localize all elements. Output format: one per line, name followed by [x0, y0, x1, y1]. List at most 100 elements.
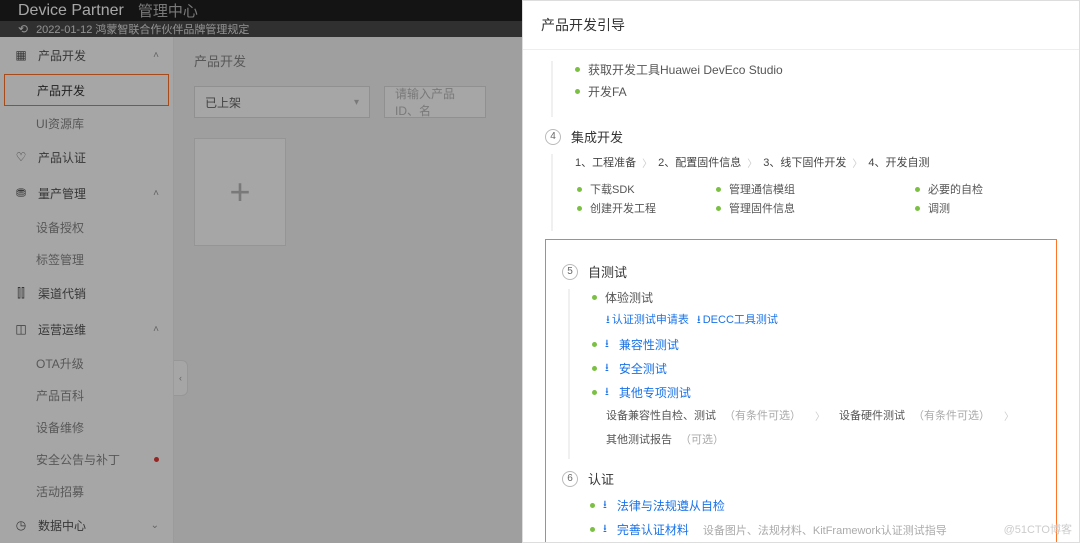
arrow-icon: 〉 — [852, 155, 862, 170]
test-link[interactable]: 兼容性测试 — [619, 336, 679, 353]
flow-item: 管理通信模组 — [716, 181, 795, 197]
flow-step: 3、线下固件开发 — [763, 154, 846, 170]
flow-item: 下载SDK — [577, 181, 656, 197]
header-section: 管理中心 — [138, 0, 198, 21]
add-product-card[interactable]: + — [194, 138, 286, 246]
sidebar-item-label: 设备维修 — [36, 419, 84, 436]
search-placeholder: 请输入产品ID、名 — [395, 85, 475, 119]
download-icon: ⭳ — [603, 520, 607, 539]
extra-note: （有条件可选） — [724, 407, 801, 423]
flow-column: 管理通信模组管理固件信息 — [716, 178, 795, 219]
flow-item: 管理固件信息 — [716, 200, 795, 216]
flow-item-label: 管理通信模组 — [729, 181, 795, 197]
cert-item: ⭳ 法律与法规遵从自检 — [590, 496, 1040, 515]
sidebar-item[interactable]: 设备授权 — [0, 211, 173, 243]
cert-link[interactable]: 法律与法规遵从自检 — [617, 497, 725, 514]
status-select[interactable]: 已上架 ▾ — [194, 86, 370, 118]
sidebar-group[interactable]: ♡产品认证 — [0, 139, 173, 175]
extra-b: 设备硬件测试 — [839, 407, 905, 423]
nav-icon: ⫿⫿ — [14, 286, 28, 301]
search-input[interactable]: 请输入产品ID、名 — [384, 86, 486, 118]
flow-step: 2、配置固件信息 — [658, 154, 741, 170]
sidebar-item-label: 标签管理 — [36, 251, 84, 268]
nav-group-label: 产品认证 — [38, 149, 86, 166]
sidebar-item-label: 设备授权 — [36, 219, 84, 236]
step-4-title: 集成开发 — [571, 127, 623, 146]
extra-note: （可选） — [680, 431, 724, 447]
download-icon: ⭳ — [603, 496, 607, 515]
nav-icon: ▦ — [14, 48, 28, 62]
test-item: 体验测试 — [592, 289, 1040, 306]
sidebar-item-label: 产品开发 — [37, 82, 85, 99]
nav-icon: ◫ — [14, 322, 28, 336]
bullet-dot — [577, 187, 582, 192]
plus-icon: + — [229, 171, 250, 213]
sidebar-item[interactable]: 安全公告与补丁 — [0, 443, 173, 475]
flow-column: 下载SDK 创建开发工程 — [577, 178, 656, 219]
chevron-down-icon: ▾ — [354, 97, 359, 108]
chevron-icon: ˄ — [153, 324, 159, 335]
flow-item: 创建开发工程 — [577, 200, 656, 216]
sidebar-collapse-handle[interactable]: ‹ — [174, 360, 188, 396]
flow-column: 必要的自检调测 — [915, 178, 983, 219]
test-extra-line: 设备兼容性自检、测试（有条件可选）〉设备硬件测试（有条件可选）〉其他测试报告（可… — [606, 407, 1040, 447]
sidebar-group[interactable]: ◷数据中心⌄ — [0, 507, 173, 543]
test-sublink[interactable]: 认证测试申请表 — [612, 314, 689, 326]
sidebar-item-label: 活动招募 — [36, 483, 84, 500]
test-link[interactable]: 安全测试 — [619, 360, 667, 377]
bullet-dot — [592, 342, 597, 347]
step-4-body: 1、工程准备〉2、配置固件信息〉3、线下固件开发〉4、开发自测 下载SDK创建开… — [551, 154, 1057, 231]
flow-item-label: 调测 — [928, 200, 950, 216]
bullet-dot — [590, 503, 595, 508]
bullet-dot — [575, 67, 580, 72]
sidebar-group[interactable]: ⛃量产管理˄ — [0, 175, 173, 211]
step-5-title: 自测试 — [588, 262, 627, 281]
step-4-columns: 下载SDK 创建开发工程 管理通信模组管理固件信息 必要的自检调测 — [577, 178, 1057, 219]
sidebar-group[interactable]: ▦产品开发˄ — [0, 37, 173, 73]
sidebar-item[interactable]: UI资源库 — [0, 107, 173, 139]
flow-item: 必要的自检 — [915, 181, 983, 197]
download-icon: ⭳ — [606, 314, 610, 326]
cert-link[interactable]: 完善认证材料 — [617, 521, 689, 538]
extra-a: 设备兼容性自检、测试 — [606, 407, 716, 423]
sidebar-group[interactable]: ⫿⫿ 渠道代销 — [0, 275, 173, 311]
step-5-header: 5 自测试 — [562, 262, 1040, 281]
test-sublink[interactable]: DECC工具测试 — [703, 314, 778, 326]
sidebar-item-label: UI资源库 — [36, 115, 84, 132]
test-link[interactable]: 其他专项测试 — [619, 384, 691, 401]
test-item: ⭳ 其他专项测试 — [592, 383, 1040, 402]
step-4-flow: 1、工程准备〉2、配置固件信息〉3、线下固件开发〉4、开发自测 — [575, 154, 1057, 170]
sidebar-item-label: 安全公告与补丁 — [36, 451, 120, 468]
arrow-icon: 〉 — [747, 155, 757, 170]
nav-group-label: 渠道代销 — [38, 285, 86, 302]
step-4-header: 4 集成开发 — [545, 127, 1057, 146]
extra-c: 其他测试报告 — [606, 431, 672, 447]
sidebar-item[interactable]: 产品百科 — [0, 379, 173, 411]
test-item: ⭳安全测试 — [592, 359, 1040, 378]
sidebar-item-label: OTA升级 — [36, 355, 84, 372]
step-6-body: ⭳ 法律与法规遵从自检 ⭳ 完善认证材料设备图片、法规材料、KitFramework认… — [568, 496, 1040, 542]
bullet-dot — [716, 187, 721, 192]
flow-item-label: 下载SDK — [590, 181, 635, 197]
bullet-dot — [592, 295, 597, 300]
sidebar-item[interactable]: OTA升级 — [0, 347, 173, 379]
cert-tail: 设备图片、法规材料、KitFramework认证测试指导 — [703, 522, 947, 538]
step-6-number: 6 — [562, 471, 578, 487]
panel-title: 产品开发引导 — [523, 1, 1079, 50]
test-label: 体验测试 — [605, 289, 653, 306]
prior-step-tail: 获取开发工具Huawei DevEco Studio开发FA — [551, 61, 1057, 117]
notification-dot — [154, 457, 159, 462]
flow-item: 调测 — [915, 200, 983, 216]
sidebar-item[interactable]: 标签管理 — [0, 243, 173, 275]
download-icon: ⭳ — [605, 383, 609, 402]
sidebar-item[interactable]: 设备维修 — [0, 411, 173, 443]
nav-group-label: 产品开发 — [38, 47, 86, 64]
flow-item-label: 管理固件信息 — [729, 200, 795, 216]
nav-icon: ◷ — [14, 518, 28, 532]
sidebar-group[interactable]: ◫运营运维˄ — [0, 311, 173, 347]
sidebar-item[interactable]: 活动招募 — [0, 475, 173, 507]
sidebar-item[interactable]: 产品开发 — [4, 74, 169, 106]
sidebar-item-label: 产品百科 — [36, 387, 84, 404]
step-5-body: 体验测试⭳认证测试申请表⭳DECC工具测试⭳兼容性测试⭳安全测试⭳其他专项测试设… — [568, 289, 1040, 459]
step-5-number: 5 — [562, 264, 578, 280]
